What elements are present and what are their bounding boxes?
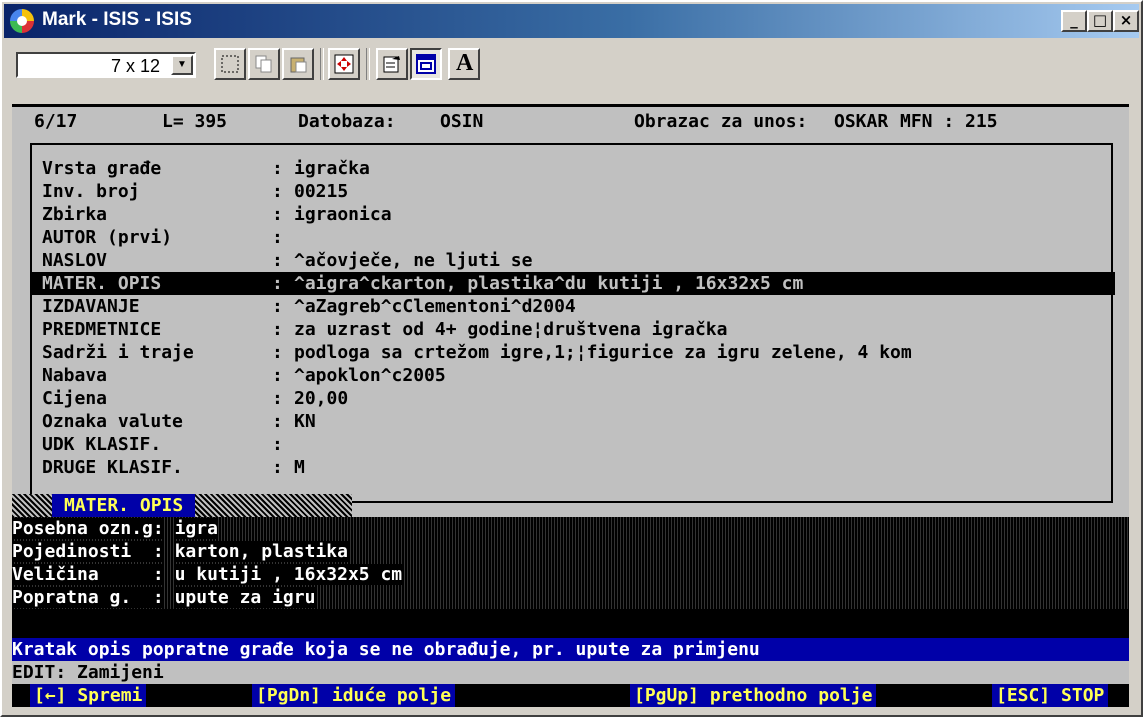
- subfield-row[interactable]: Pojedinosti : karton, plastika: [12, 540, 1129, 563]
- close-icon: ×: [1119, 11, 1133, 29]
- subfield-title: MATER. OPIS: [52, 494, 196, 517]
- stop-button[interactable]: [ESC] STOP: [992, 684, 1109, 707]
- fullscreen-button[interactable]: [328, 48, 360, 80]
- copy-button[interactable]: [248, 48, 280, 80]
- select-tool-button[interactable]: [214, 48, 246, 80]
- font-button[interactable]: A: [448, 48, 480, 80]
- title-bar[interactable]: Mark - ISIS - ISIS _ □ ×: [4, 4, 1139, 38]
- form-name: OSKAR: [834, 111, 889, 132]
- minimize-icon: _: [1070, 11, 1078, 29]
- paste-button[interactable]: [282, 48, 314, 80]
- chevron-down-icon[interactable]: ▼: [171, 55, 193, 75]
- subfield-row[interactable]: Veličina : u kutiji , 16x32x5 cm: [12, 563, 1129, 586]
- database-name: OSIN: [440, 111, 484, 132]
- maximize-icon: □: [1092, 11, 1108, 29]
- close-button[interactable]: ×: [1113, 10, 1139, 32]
- fullscreen-icon: [334, 54, 354, 74]
- field-row-selected[interactable]: MATER. OPIS: ^aigra^ckarton, plastika^du …: [32, 272, 1115, 295]
- record-length: L= 395: [162, 111, 228, 132]
- function-keys-bar: [←] Spremi [PgDn] iduće polje [PgUp] pre…: [12, 684, 1129, 707]
- next-field-button[interactable]: [PgDn] iduće polje: [252, 684, 456, 707]
- save-button[interactable]: [←] Spremi: [30, 684, 147, 707]
- subfield-row[interactable]: Posebna ozn.g: igra: [12, 517, 1129, 540]
- font-size-select[interactable]: 7 x 12 ▼: [16, 52, 196, 78]
- help-line: Kratak opis popratne građe koja se ne ob…: [12, 638, 1129, 661]
- copy-icon: [255, 55, 272, 73]
- mfn-value: MFN : 215: [900, 111, 998, 132]
- toolbar-separator: [366, 48, 370, 80]
- font-icon: A: [456, 50, 474, 76]
- maximize-button[interactable]: □: [1087, 10, 1113, 32]
- prev-field-button[interactable]: [PgUp] prethodno polje: [630, 684, 877, 707]
- subfield-row[interactable]: Popratna g. : upute za igru: [12, 586, 1129, 609]
- console[interactable]: 6/17 L= 395 Datobaza: OSIN Obrazac za un…: [12, 107, 1129, 707]
- paste-icon: [290, 57, 307, 73]
- minimize-button[interactable]: _: [1061, 10, 1087, 32]
- form-label: Obrazac za unos:: [634, 111, 808, 132]
- window-icon: [416, 54, 436, 74]
- window-mode-button[interactable]: [410, 48, 442, 80]
- record-panel: 6/17 L= 395 Datobaza: OSIN Obrazac za un…: [12, 107, 1129, 517]
- database-label: Datobaza:: [298, 111, 396, 132]
- record-position: 6/17: [34, 111, 78, 132]
- select-icon: [221, 55, 239, 73]
- properties-button[interactable]: [376, 48, 408, 80]
- properties-icon: [383, 56, 400, 73]
- window-title: Mark - ISIS - ISIS: [42, 9, 192, 30]
- subfield-header: MATER. OPIS: [12, 494, 352, 517]
- app-icon[interactable]: [10, 9, 34, 33]
- toolbar: 7 x 12 ▼ A: [4, 40, 1139, 86]
- font-size-value: 7 x 12: [110, 56, 160, 76]
- toolbar-separator: [320, 48, 324, 80]
- edit-mode-line: EDIT: Zamijeni: [12, 661, 1129, 684]
